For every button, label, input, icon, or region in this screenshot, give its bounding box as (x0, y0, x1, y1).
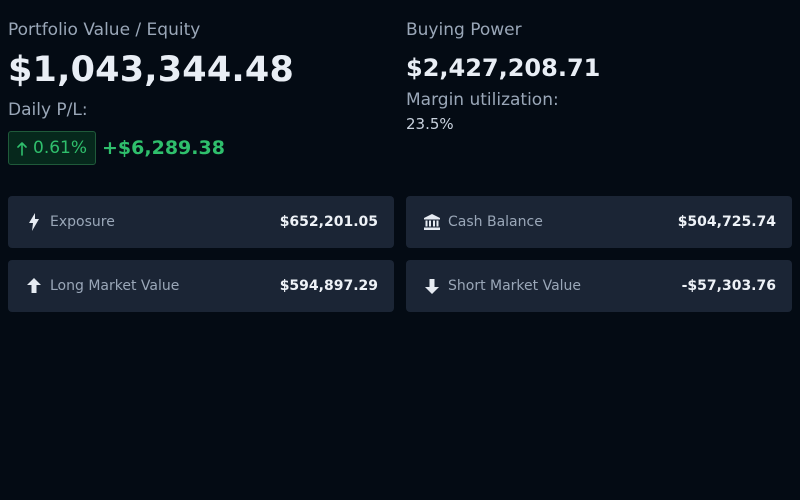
summary-header: Portfolio Value / Equity $1,043,344.48 D… (0, 0, 800, 190)
long-market-value-label: Long Market Value (50, 278, 180, 294)
daily-pl-amount: +$6,289.38 (102, 137, 225, 159)
cash-balance-card: Cash Balance $504,725.74 (406, 196, 792, 248)
buying-power-value: $2,427,208.71 (406, 54, 601, 82)
cash-balance-label: Cash Balance (448, 214, 543, 230)
buying-power-label: Buying Power (406, 20, 522, 40)
arrow-up-icon (17, 141, 27, 156)
daily-pl-label: Daily P/L: (8, 100, 88, 120)
short-market-value-label: Short Market Value (448, 278, 582, 294)
margin-utilization-value: 23.5% (406, 115, 454, 133)
equity-value: $1,043,344.48 (8, 50, 295, 90)
lightning-icon (26, 213, 42, 231)
equity-label: Portfolio Value / Equity (8, 20, 201, 40)
cash-balance-value: $504,725.74 (677, 214, 776, 230)
exposure-card: Exposure $652,201.05 (8, 196, 394, 248)
short-market-value-value: -$57,303.76 (681, 278, 776, 294)
arrow-up-icon (26, 277, 42, 295)
long-market-value-card: Long Market Value $594,897.29 (8, 260, 394, 312)
equity-section: Portfolio Value / Equity $1,043,344.48 D… (8, 18, 398, 166)
exposure-label: Exposure (50, 214, 115, 230)
arrow-down-icon (424, 277, 440, 295)
bank-icon (424, 213, 440, 231)
portfolio-summary: Portfolio Value / Equity $1,043,344.48 D… (0, 0, 800, 500)
buying-power-section: Buying Power $2,427,208.71 Margin utiliz… (406, 18, 796, 134)
long-market-value-value: $594,897.29 (279, 278, 378, 294)
margin-utilization-label: Margin utilization: (406, 90, 559, 110)
daily-pl-row: 0.61% +$6,289.38 (8, 130, 398, 166)
exposure-value: $652,201.05 (279, 214, 378, 230)
daily-pl-percent-badge: 0.61% (8, 131, 97, 165)
short-market-value-card: Short Market Value -$57,303.76 (406, 260, 792, 312)
daily-pl-percent: 0.61% (33, 138, 88, 158)
